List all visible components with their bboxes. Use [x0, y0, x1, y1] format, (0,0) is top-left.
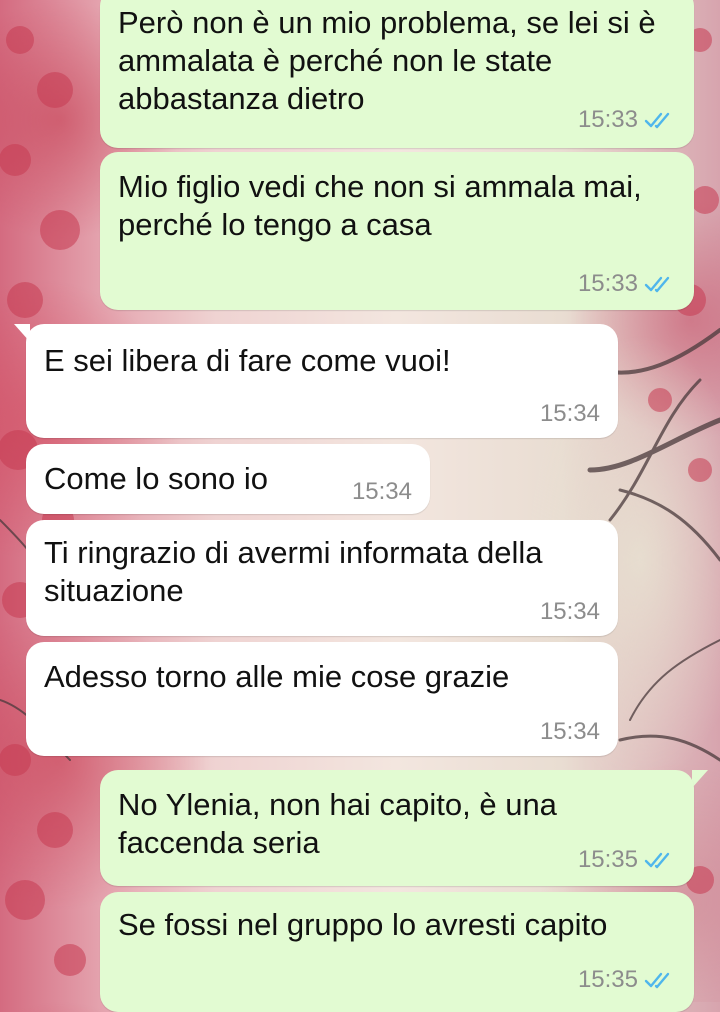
message-time: 15:34 — [351, 478, 412, 505]
message-text: E sei libera di fare come vuoi! — [44, 343, 451, 378]
message-meta: 15:34 — [540, 718, 600, 746]
message-time: 15:34 — [539, 598, 600, 625]
message-time: 15:33 — [577, 106, 638, 133]
double-check-icon — [644, 112, 670, 129]
message-meta: 15:35 — [578, 846, 674, 874]
message-text: Ti ringrazio di avermi informata della s… — [44, 535, 543, 608]
incoming-message[interactable]: Come lo sono io 15:34 — [26, 444, 430, 514]
message-time: 15:34 — [539, 718, 600, 745]
double-check-icon — [644, 276, 670, 293]
chat-conversation: Però non è un mio problema, se lei si è … — [0, 0, 720, 1012]
message-time: 15:33 — [577, 270, 638, 297]
incoming-message[interactable]: Adesso torno alle mie cose grazie 15:34 — [26, 642, 618, 756]
outgoing-message[interactable]: Però non è un mio problema, se lei si è … — [100, 0, 694, 148]
message-meta: 15:34 — [352, 478, 412, 506]
bubble-tail — [692, 770, 708, 788]
message-time: 15:35 — [577, 966, 638, 993]
message-meta: 15:34 — [540, 400, 600, 428]
message-text: Se fossi nel gruppo lo avresti capito — [118, 907, 608, 942]
message-time: 15:35 — [577, 846, 638, 873]
message-text: Mio figlio vedi che non si ammala mai, p… — [118, 169, 642, 242]
incoming-message[interactable]: Ti ringrazio di avermi informata della s… — [26, 520, 618, 636]
incoming-message[interactable]: E sei libera di fare come vuoi! 15:34 — [26, 324, 618, 438]
message-meta: 15:35 — [578, 966, 674, 994]
double-check-icon — [644, 852, 670, 869]
message-text: Però non è un mio problema, se lei si è … — [118, 5, 656, 116]
message-time: 15:34 — [539, 400, 600, 427]
outgoing-message[interactable]: No Ylenia, non hai capito, è una faccend… — [100, 770, 694, 886]
outgoing-message[interactable]: Se fossi nel gruppo lo avresti capito 15… — [100, 892, 694, 1012]
outgoing-message[interactable]: Mio figlio vedi che non si ammala mai, p… — [100, 152, 694, 310]
double-check-icon — [644, 972, 670, 989]
message-text: Adesso torno alle mie cose grazie — [44, 659, 510, 694]
message-meta: 15:33 — [578, 106, 674, 134]
message-meta: 15:34 — [540, 598, 600, 626]
message-meta: 15:33 — [578, 270, 674, 298]
